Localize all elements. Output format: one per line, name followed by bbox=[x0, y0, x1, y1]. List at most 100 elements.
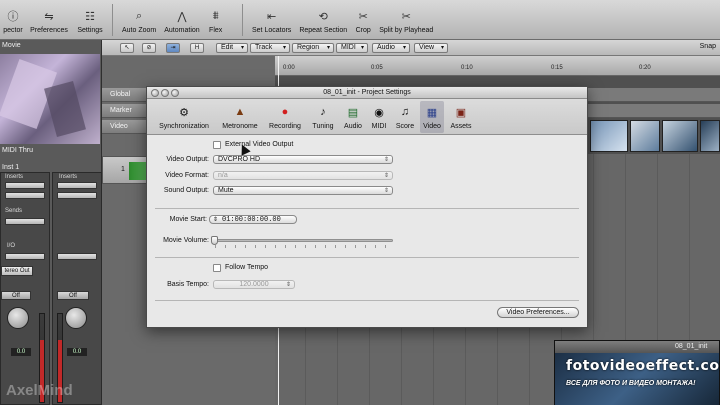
stepper-arrows-icon[interactable]: ⇕ bbox=[213, 216, 218, 224]
record-icon: ● bbox=[281, 106, 289, 118]
crop-icon: ✂ bbox=[358, 10, 368, 23]
pan-knob[interactable] bbox=[65, 307, 87, 329]
snap-label[interactable]: Snap bbox=[700, 43, 716, 50]
project-settings-dialog: 08_01_init - Project Settings ⚙ Synchron… bbox=[146, 86, 588, 328]
insert-slot[interactable] bbox=[57, 192, 97, 199]
inspector-panel: Movie MIDI Thru Inst 1 Inserts Sends I/O… bbox=[0, 40, 102, 405]
tab-assets[interactable]: ▣ Assets bbox=[447, 101, 475, 133]
pan-knob[interactable] bbox=[7, 307, 29, 329]
dialog-title: 08_01_init - Project Settings bbox=[147, 87, 587, 99]
send-slot[interactable] bbox=[5, 218, 45, 225]
inspector-button[interactable]: ⓘ pector bbox=[0, 2, 26, 38]
sound-output-select[interactable]: Mute bbox=[213, 186, 393, 195]
split-by-playhead-button[interactable]: ✂ Split by Playhead bbox=[375, 2, 437, 38]
toolbar-group-view: ⌕ Auto Zoom ⋀ Automation ⩩ Flex bbox=[118, 2, 228, 38]
info-icon: ⓘ bbox=[7, 11, 19, 23]
edit-menu[interactable]: Edit bbox=[216, 43, 248, 53]
close-window-icon[interactable] bbox=[151, 89, 159, 97]
repeat-icon: ⟲ bbox=[318, 10, 328, 23]
toolbar-separator bbox=[242, 4, 243, 36]
instrument-label: Inst 1 bbox=[2, 164, 20, 171]
inserts-label: Inserts bbox=[5, 174, 24, 180]
channel-strip-2: Inserts Off 0.0 bbox=[52, 172, 102, 405]
io-label: I/O bbox=[7, 243, 16, 249]
video-format-label: Video Format: bbox=[165, 172, 209, 179]
tab-video[interactable]: ▦ Video bbox=[420, 101, 444, 133]
automation-off-button[interactable]: Off bbox=[1, 291, 31, 300]
slider-ticks bbox=[215, 245, 391, 248]
sync-icon: ⚙ bbox=[179, 106, 189, 119]
back-arrow-icon[interactable]: ↖ bbox=[120, 43, 134, 53]
region-menu[interactable]: Region bbox=[292, 43, 334, 53]
section-divider bbox=[155, 257, 579, 258]
set-locators-button[interactable]: ⇤ Set Locators bbox=[248, 2, 295, 38]
axelmind-watermark: AxelMind bbox=[6, 382, 73, 399]
video-preferences-button[interactable]: Video Preferences... bbox=[497, 307, 579, 318]
channel-strip-1: Inserts Sends I/O tereo Out Off 0.0 bbox=[0, 172, 50, 405]
zoom-window-icon[interactable] bbox=[171, 89, 179, 97]
tuning-icon: ♪ bbox=[320, 106, 326, 118]
audio-menu[interactable]: Audio bbox=[372, 43, 410, 53]
flex-icon: ⩩ bbox=[212, 9, 219, 22]
catch-icon[interactable]: ⇥ bbox=[166, 43, 180, 53]
volume-readout: 0.0 bbox=[67, 348, 87, 356]
toolbar-group-edit: ⇤ Set Locators ⟲ Repeat Section ✂ Crop ✂… bbox=[248, 2, 437, 38]
flex-button[interactable]: ⩩ Flex bbox=[204, 2, 228, 38]
locators-icon: ⇤ bbox=[267, 10, 277, 23]
automation-button[interactable]: ⋀ Automation bbox=[160, 2, 203, 38]
settings-icon: ☷ bbox=[85, 10, 95, 23]
movie-start-field[interactable]: ⇕ 01:00:00:00.00 bbox=[209, 215, 297, 224]
toolbar-group-left: ⓘ pector ⇋ Preferences ☷ Settings bbox=[0, 2, 108, 38]
tab-score[interactable]: ♫ Score bbox=[393, 101, 417, 133]
hide-icon[interactable]: H bbox=[190, 43, 204, 53]
repeat-section-button[interactable]: ⟲ Repeat Section bbox=[295, 2, 351, 38]
video-output-label: Video Output: bbox=[166, 156, 209, 163]
ruler-tick: 0:15 bbox=[551, 65, 563, 71]
input-slot[interactable] bbox=[5, 253, 45, 260]
automation-off-button[interactable]: Off bbox=[57, 291, 89, 300]
tab-metronome[interactable]: ▲ Metronome bbox=[219, 101, 261, 133]
movie-volume-slider[interactable] bbox=[213, 239, 393, 242]
timeline-ruler[interactable]: 0:00 0:05 0:10 0:15 0:20 bbox=[275, 56, 720, 76]
link-icon[interactable]: ⊘ bbox=[142, 43, 156, 53]
track-menu[interactable]: Track bbox=[250, 43, 290, 53]
zoom-icon: ⌕ bbox=[136, 9, 143, 22]
site-watermark-tagline: ВСЕ ДЛЯ ФОТО И ВИДЕО МОНТАЖА! bbox=[566, 380, 696, 387]
external-video-output-label[interactable]: External Video Output bbox=[225, 141, 293, 148]
sends-label: Sends bbox=[5, 208, 23, 214]
preferences-button[interactable]: ⇋ Preferences bbox=[26, 2, 72, 38]
external-video-output-checkbox[interactable] bbox=[213, 141, 221, 149]
tab-midi[interactable]: ◉ MIDI bbox=[368, 101, 390, 133]
movie-volume-thumb[interactable] bbox=[211, 236, 218, 245]
video-thumbnail bbox=[700, 120, 720, 152]
midi-menu[interactable]: MIDI bbox=[336, 43, 368, 53]
video-format-select: n/a bbox=[213, 171, 393, 180]
basis-tempo-label: Basis Tempo: bbox=[167, 281, 209, 288]
input-slot[interactable] bbox=[57, 253, 97, 260]
movie-volume-label: Movie Volume: bbox=[163, 237, 209, 244]
stereo-out-button[interactable]: tereo Out bbox=[1, 266, 33, 276]
video-output-select[interactable]: DVCPRO HD bbox=[213, 155, 393, 164]
assets-icon: ▣ bbox=[455, 106, 467, 119]
auto-zoom-button[interactable]: ⌕ Auto Zoom bbox=[118, 2, 160, 38]
tab-recording[interactable]: ● Recording bbox=[265, 101, 305, 133]
ruler-tick: 0:05 bbox=[371, 65, 383, 71]
tab-audio[interactable]: ▤ Audio bbox=[341, 101, 365, 133]
insert-slot[interactable] bbox=[5, 192, 45, 199]
automation-icon: ⋀ bbox=[177, 10, 187, 23]
section-divider bbox=[155, 208, 579, 209]
follow-tempo-label[interactable]: Follow Tempo bbox=[225, 264, 268, 271]
crop-button[interactable]: ✂ Crop bbox=[351, 2, 375, 38]
follow-tempo-checkbox[interactable] bbox=[213, 264, 221, 272]
tab-synchronization[interactable]: ⚙ Synchronization bbox=[155, 101, 213, 133]
insert-slot[interactable] bbox=[5, 182, 45, 189]
logic-main-window: ⓘ pector ⇋ Preferences ☷ Settings ⌕ Auto… bbox=[0, 0, 720, 405]
tab-tuning[interactable]: ♪ Tuning bbox=[309, 101, 337, 133]
insert-slot[interactable] bbox=[57, 182, 97, 189]
settings-button[interactable]: ☷ Settings bbox=[72, 2, 108, 38]
view-menu[interactable]: View bbox=[414, 43, 448, 53]
settings-tabs: ⚙ Synchronization ▲ Metronome ● Recordin… bbox=[147, 99, 587, 135]
midi-thru-label[interactable]: MIDI Thru bbox=[2, 147, 33, 154]
toolbar-separator bbox=[112, 4, 113, 36]
minimize-window-icon[interactable] bbox=[161, 89, 169, 97]
